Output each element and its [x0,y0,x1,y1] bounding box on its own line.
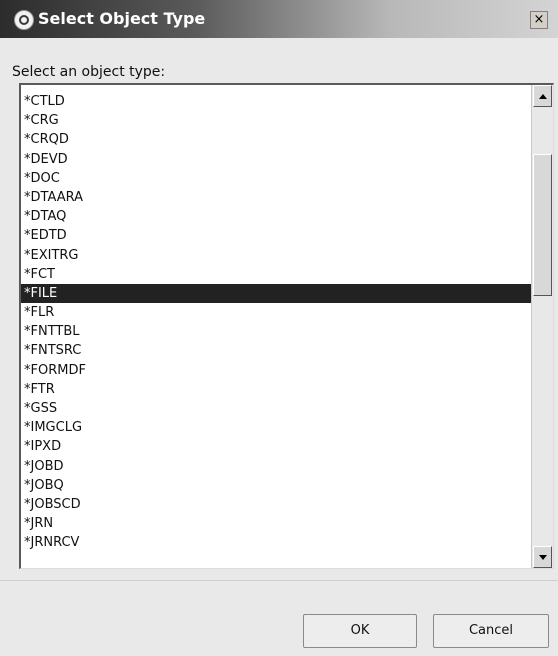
window-title: Select Object Type [38,9,206,28]
list-item[interactable]: *FNTSRC [21,341,531,360]
list-item[interactable]: *CRG [21,111,531,130]
list-item[interactable]: *FCT [21,265,531,284]
list-item[interactable]: *JOBD [21,457,531,476]
scroll-down-button[interactable] [533,546,552,568]
list-item[interactable]: *JRN [21,514,531,533]
close-button[interactable]: × [530,11,548,29]
list-item[interactable]: *IPXD [21,437,531,456]
list-item-selected[interactable]: *FILE [21,283,531,304]
list-item[interactable]: *CTLD [21,92,531,111]
arrow-up-icon [539,94,547,99]
button-bar-divider [0,580,558,581]
list-item[interactable]: *GSS [21,399,531,418]
vertical-scrollbar[interactable] [531,85,553,568]
list-item[interactable]: *FORMDF [21,361,531,380]
ok-button[interactable]: OK [303,614,417,648]
list-item[interactable]: *CRQD [21,130,531,149]
list-item[interactable]: *EDTD [21,226,531,245]
list-item[interactable]: *JOBSCD [21,495,531,514]
object-type-prompt: Select an object type: [12,64,166,80]
cancel-button[interactable]: Cancel [433,614,549,648]
list-item[interactable]: *FTR [21,380,531,399]
list-item[interactable]: *EXITRG [21,246,531,265]
list-item[interactable]: *JOBQ [21,476,531,495]
object-type-list: *CTLD *CRG *CRQD *DEVD *DOC *DTAARA *DTAQ *EDTD… [21,92,531,553]
list-item[interactable]: *IMGCLG [21,418,531,437]
list-item[interactable]: *DOC [21,169,531,188]
list-item[interactable]: *JRNRCV [21,533,531,552]
scroll-up-button[interactable] [533,85,552,107]
eclipse-app-icon [14,10,34,30]
list-item[interactable]: *DEVD [21,150,531,169]
scroll-thumb[interactable] [533,154,552,296]
list-item[interactable]: *FNTTBL [21,322,531,341]
arrow-down-icon [539,555,547,560]
list-item[interactable]: *DTAARA [21,188,531,207]
list-item[interactable]: *DTAQ [21,207,531,226]
title-bar[interactable]: Select Object Type × [0,0,558,38]
object-type-listbox[interactable]: *CTLD *CRG *CRQD *DEVD *DOC *DTAARA *DTAQ *EDTD… [19,83,554,569]
list-item[interactable]: *FLR [21,303,531,322]
